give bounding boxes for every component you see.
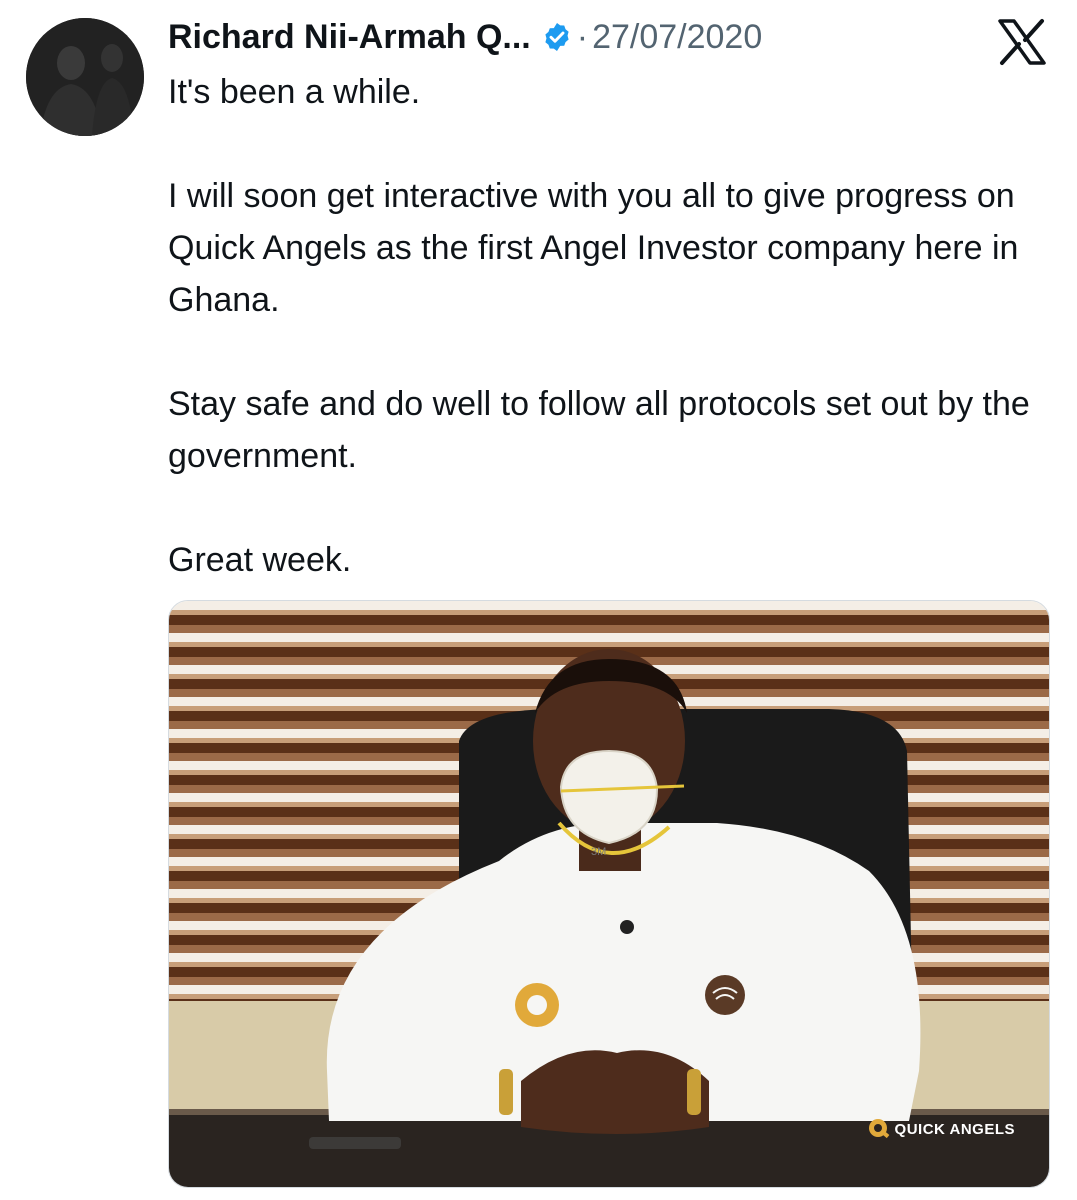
tweet-paragraph: Great week. (168, 541, 352, 579)
quick-angels-watermark: QUICK ANGELS (867, 1117, 1015, 1141)
watermark-text: QUICK ANGELS (894, 1120, 1015, 1138)
verified-badge-icon (541, 21, 573, 53)
tweet-paragraph: It's been a while. (168, 73, 421, 111)
photo-scene: 3M (169, 601, 1049, 1187)
x-logo-icon[interactable] (996, 18, 1048, 66)
author-avatar[interactable] (26, 18, 144, 136)
tweet-photo[interactable]: 3M QUICK ANGELS (168, 600, 1050, 1188)
tweet-paragraph: Stay safe and do well to follow all prot… (168, 385, 1030, 475)
mask-label: 3M (591, 846, 606, 858)
author-name[interactable]: Richard Nii-Armah Q... (168, 18, 531, 57)
quick-angels-logo-icon (868, 1119, 889, 1139)
tweet-paragraph: I will soon get interactive with you all… (168, 177, 1019, 319)
clasped-hands (521, 1050, 709, 1134)
header-separator: · (576, 17, 589, 56)
avatar-image (26, 18, 144, 136)
tweet-text: It's been a while. I will soon get inter… (168, 66, 1048, 586)
tweet-date[interactable]: 27/07/2020 (592, 18, 762, 57)
tweet-header: Richard Nii-Armah Q... · 27/07/2020 (168, 12, 762, 62)
